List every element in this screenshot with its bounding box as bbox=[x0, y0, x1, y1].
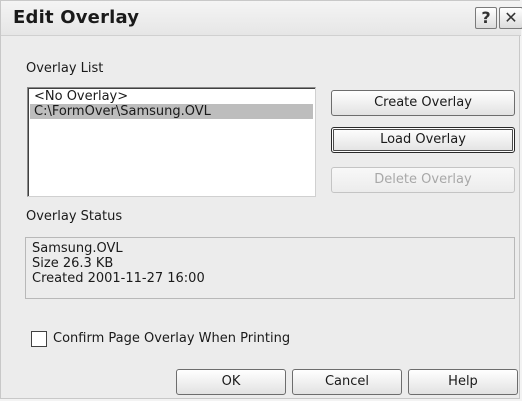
list-item[interactable]: C:\FormOver\Samsung.OVL bbox=[30, 104, 313, 119]
delete-overlay-button: Delete Overlay bbox=[331, 167, 515, 193]
create-overlay-button[interactable]: Create Overlay bbox=[331, 90, 515, 116]
overlay-status-box: Samsung.OVL Size 26.3 KB Created 2001-11… bbox=[25, 237, 515, 299]
load-overlay-button[interactable]: Load Overlay bbox=[331, 127, 515, 153]
help-button[interactable]: Help bbox=[408, 369, 518, 395]
edit-overlay-dialog: Edit Overlay ? ✕ Overlay List <No Overla… bbox=[0, 0, 522, 399]
status-created: Created 2001-11-27 16:00 bbox=[32, 271, 205, 286]
status-size: Size 26.3 KB bbox=[32, 256, 114, 271]
list-item[interactable]: <No Overlay> bbox=[30, 89, 313, 104]
overlay-listbox[interactable]: <No Overlay> C:\FormOver\Samsung.OVL bbox=[27, 87, 316, 197]
ok-button[interactable]: OK bbox=[176, 369, 286, 395]
help-icon[interactable]: ? bbox=[475, 7, 497, 29]
confirm-overlay-checkbox[interactable] bbox=[31, 331, 47, 347]
dialog-title: Edit Overlay bbox=[13, 7, 140, 28]
close-icon[interactable]: ✕ bbox=[499, 7, 522, 29]
cancel-button[interactable]: Cancel bbox=[292, 369, 402, 395]
confirm-overlay-label[interactable]: Confirm Page Overlay When Printing bbox=[53, 331, 290, 346]
overlay-status-label: Overlay Status bbox=[26, 209, 123, 224]
title-bar: Edit Overlay ? ✕ bbox=[1, 1, 522, 36]
status-filename: Samsung.OVL bbox=[32, 241, 123, 256]
overlay-list-label: Overlay List bbox=[26, 61, 104, 76]
